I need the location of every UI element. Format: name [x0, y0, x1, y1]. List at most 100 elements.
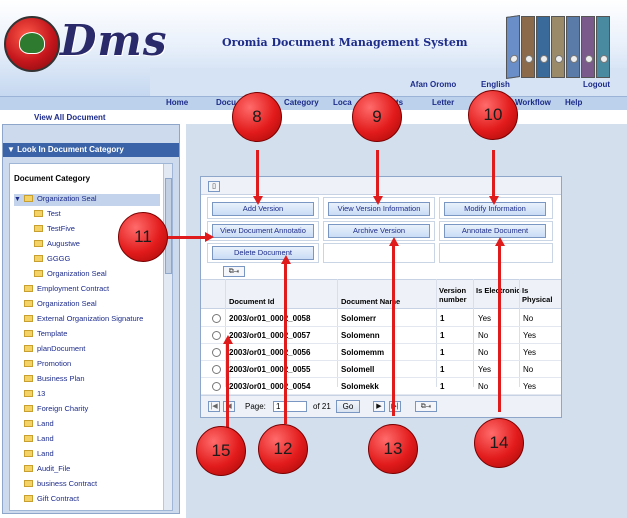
sidebar-header[interactable]: ▼ Look In Document Category — [3, 143, 179, 157]
view-annotation-button[interactable]: View Document Annotatio — [212, 224, 314, 238]
tree-item[interactable]: 13 — [24, 389, 45, 401]
folder-icon — [24, 330, 33, 337]
nav-document[interactable]: Docu — [216, 98, 236, 107]
app-title: Oromia Document Management System — [222, 36, 468, 49]
folder-icon — [34, 255, 43, 262]
row-radio[interactable] — [212, 348, 221, 357]
scrollbar-thumb[interactable] — [165, 178, 172, 274]
cell-doc-name: Solomell — [341, 365, 375, 374]
tree-item[interactable]: Land — [24, 419, 54, 431]
col-document-id[interactable]: Document Id — [229, 297, 274, 306]
folder-icon — [24, 360, 33, 367]
tree-item[interactable]: business Contract — [24, 479, 97, 491]
folder-icon — [24, 450, 33, 457]
archive-version-button[interactable]: Archive Version — [328, 224, 430, 238]
folder-icon — [23, 195, 33, 202]
cell-doc-id: 2003/or01_0002_0055 — [229, 365, 311, 374]
tree-item[interactable]: External Organization Signature — [24, 314, 143, 326]
prev-page-icon[interactable]: ◀ — [223, 401, 235, 412]
tree-item[interactable]: Business Plan — [24, 374, 85, 386]
delete-document-button[interactable]: Delete Document — [212, 246, 314, 260]
tree-item[interactable]: Land — [24, 434, 54, 446]
tree-item[interactable]: Organization Seal — [24, 299, 97, 311]
tree-item[interactable]: Organization Seal — [34, 269, 107, 281]
main-nav: Home Docu Category Loca ts Letter Workfl… — [0, 96, 627, 110]
folder-icon — [24, 435, 33, 442]
nav-category[interactable]: Category — [284, 98, 319, 107]
cell-doc-name: Solomekk — [341, 382, 379, 391]
page-label: Page: — [245, 402, 266, 411]
folder-icon — [34, 270, 43, 277]
table-row[interactable]: 2003/or01_0002_0058 Solomerr 1 Yes No — [201, 310, 561, 327]
view-all-document-link[interactable]: View All Document — [34, 113, 106, 122]
tree-item[interactable]: GGGG — [34, 254, 70, 266]
tree-item[interactable]: Foreign Charity — [24, 404, 88, 416]
lang-afan-oromo-link[interactable]: Afan Oromo — [410, 80, 456, 89]
callout-arrow — [376, 150, 379, 198]
pagination-bar: |◀ ◀ Page: 1 of 21 Go ▶ ▶| ⧉⇥ — [201, 395, 561, 417]
page-number-input[interactable]: 1 — [273, 401, 307, 412]
export-icon[interactable]: ⧉⇥ — [223, 266, 245, 277]
nav-home[interactable]: Home — [166, 98, 188, 107]
callout-arrow — [392, 244, 395, 416]
tree-item[interactable]: Audit_File — [24, 464, 70, 476]
action-cell — [323, 243, 435, 263]
table-row[interactable]: 2003/or01_0002_0054 Solomekk 1 No Yes — [201, 378, 561, 395]
callout-badge: 8 — [232, 92, 282, 142]
last-page-icon[interactable]: ▶| — [389, 401, 401, 412]
expand-triangle-icon[interactable]: ▼ — [14, 196, 21, 203]
table-row[interactable]: 2003/or01_0002_0055 Solomell 1 Yes No — [201, 361, 561, 378]
table-header: Document Id Document Name Version number… — [201, 279, 561, 309]
next-page-icon[interactable]: ▶ — [373, 401, 385, 412]
export-icon[interactable]: ⧉⇥ — [415, 401, 437, 412]
nav-workflow[interactable]: Workflow — [515, 98, 551, 107]
cell-physical: Yes — [523, 331, 537, 340]
cell-version: 1 — [440, 331, 445, 340]
tree-item[interactable]: Template — [24, 329, 67, 341]
callout-badge: 13 — [368, 424, 418, 474]
tree-item[interactable]: Promotion — [24, 359, 71, 371]
cell-version: 1 — [440, 382, 445, 391]
go-button[interactable]: Go — [336, 400, 360, 413]
row-radio[interactable] — [212, 331, 221, 340]
callout-badge: 10 — [468, 90, 518, 140]
tree-item[interactable]: Land — [24, 449, 54, 461]
category-tree-title: Document Category — [14, 174, 91, 183]
nav-help[interactable]: Help — [565, 98, 582, 107]
annotate-document-button[interactable]: Annotate Document — [444, 224, 546, 238]
callout-arrowhead — [205, 232, 214, 242]
cell-version: 1 — [440, 348, 445, 357]
toolbar-toggle-icon[interactable]: ▯ — [208, 181, 220, 192]
cell-electronic: No — [478, 331, 489, 340]
row-radio[interactable] — [212, 314, 221, 323]
tree-item[interactable]: ▼ Organization Seal — [14, 194, 160, 206]
table-row[interactable]: 2003/or01_0002_0057 Solomenn 1 No Yes — [201, 327, 561, 344]
lang-english-link[interactable]: English — [481, 80, 510, 89]
first-page-icon[interactable]: |◀ — [208, 401, 220, 412]
col-version-number[interactable]: Version number — [439, 286, 473, 304]
binders-illustration-icon — [506, 10, 616, 80]
row-radio[interactable] — [212, 365, 221, 374]
collapse-triangle-icon[interactable]: ▼ — [7, 145, 15, 154]
row-radio[interactable] — [212, 382, 221, 391]
tree-item[interactable]: Augustwe — [34, 239, 80, 251]
nav-location[interactable]: Loca — [333, 98, 352, 107]
cell-version: 1 — [440, 314, 445, 323]
callout-arrow — [226, 342, 229, 428]
tree-item[interactable]: Test — [34, 209, 61, 221]
tree-item[interactable]: Gift Contract — [24, 494, 79, 506]
tree-item[interactable]: TestFive — [34, 224, 75, 236]
add-version-button[interactable]: Add Version — [212, 202, 314, 216]
sidebar-header-label: Look In Document Category — [17, 145, 124, 154]
logout-link[interactable]: Logout — [583, 80, 610, 89]
sidebar-scrollbar[interactable] — [163, 164, 172, 510]
table-row[interactable]: 2003/or01_0002_0056 Solomemm 1 No Yes — [201, 344, 561, 361]
panel-toolbar: ▯ — [201, 177, 561, 195]
document-panel: ▯ Add Version View Version Information M… — [200, 176, 562, 418]
col-is-physical[interactable]: Is Physical — [522, 286, 558, 304]
tree-item[interactable]: Employment Contract — [24, 284, 109, 296]
folder-icon — [24, 375, 33, 382]
tree-item[interactable]: planDocument — [24, 344, 85, 356]
callout-arrow — [498, 244, 501, 412]
nav-letter[interactable]: Letter — [432, 98, 454, 107]
